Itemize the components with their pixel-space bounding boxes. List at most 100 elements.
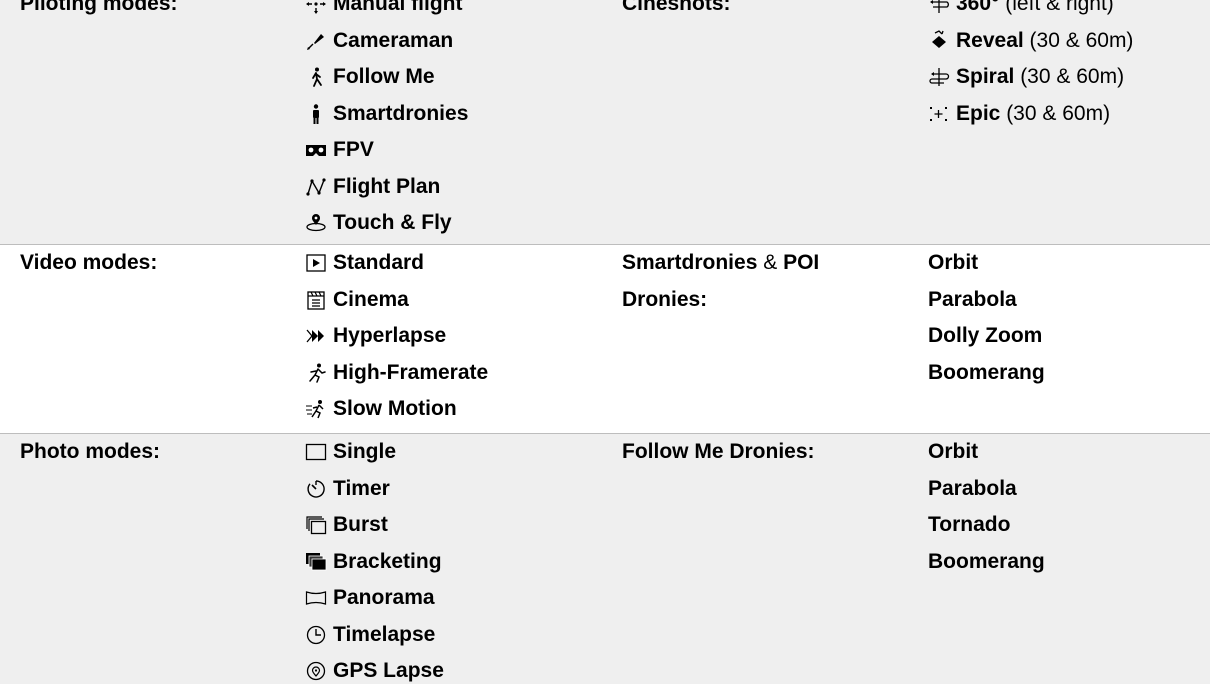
heading-part: & xyxy=(757,251,784,274)
row-heading: Piloting modes: xyxy=(20,0,178,15)
list-item: Single xyxy=(305,434,605,471)
smartdronies-heading-cell: Smartdronies & POI Dronies: xyxy=(622,245,922,318)
timelapse-icon xyxy=(305,624,327,646)
touch-fly-icon xyxy=(305,212,327,234)
list-item: FPV xyxy=(305,132,605,169)
item-label-bold: 360° xyxy=(956,0,1000,15)
list-item: GPS Lapse xyxy=(305,653,605,690)
list-item: Cameraman xyxy=(305,23,605,60)
follow-me-dronies-heading-cell: Follow Me Dronies: xyxy=(622,434,922,471)
list-item: Epic (30 & 60m) xyxy=(928,96,1210,133)
item-label-bold: Spiral xyxy=(956,65,1015,88)
pen-cameraman-icon xyxy=(305,30,327,52)
item-label: Cameraman xyxy=(333,28,454,52)
heading-part: Smartdronies xyxy=(622,251,758,274)
item-label: Manual flight xyxy=(333,0,463,15)
item-label: Single xyxy=(333,440,397,463)
list-item: Parabola xyxy=(928,287,1017,311)
item-label: High-Framerate xyxy=(333,360,489,384)
item-label: Bracketing xyxy=(333,549,442,573)
list-item: Slow Motion xyxy=(305,391,605,428)
timer-icon xyxy=(305,478,327,500)
item-label: Flight Plan xyxy=(333,174,441,198)
list-item: Manual flight xyxy=(305,0,605,23)
reveal-icon xyxy=(928,29,950,52)
piloting-heading-cell: Piloting modes: xyxy=(20,0,300,23)
list-item: Flight Plan xyxy=(305,169,605,206)
item-label: Slow Motion xyxy=(333,397,457,420)
cineshots-list: 360° (left & right) Reveal (30 & 60m) Sp… xyxy=(928,0,1210,132)
item-label: Panorama xyxy=(333,586,435,609)
video-heading-cell: Video modes: xyxy=(20,245,300,282)
list-item: Boomerang xyxy=(928,549,1045,573)
gps-lapse-icon xyxy=(305,660,327,682)
list-item: Panorama xyxy=(305,580,605,617)
row-heading: Photo modes: xyxy=(20,440,160,463)
cineshots-heading-cell: Cineshots: xyxy=(622,0,922,23)
panorama-icon xyxy=(305,587,327,609)
modes-table: Piloting modes: Manual flight Cameraman … xyxy=(0,0,1210,684)
row-heading: Video modes: xyxy=(20,251,158,274)
item-label-bold: Epic xyxy=(956,101,1001,125)
piloting-modes-list: Manual flight Cameraman Follow Me Smartd… xyxy=(305,0,605,242)
list-item: Standard xyxy=(305,245,605,282)
list-item: Hyperlapse xyxy=(305,318,605,355)
item-label: Follow Me xyxy=(333,65,435,88)
list-item: 360° (left & right) xyxy=(928,0,1210,23)
item-label: Smartdronies xyxy=(333,101,469,125)
list-item: Touch & Fly xyxy=(305,205,605,242)
item-label: Hyperlapse xyxy=(333,324,447,347)
list-item: Smartdronies xyxy=(305,96,605,133)
item-label: Touch & Fly xyxy=(333,211,452,234)
list-item: Cinema xyxy=(305,282,605,319)
spiral-icon xyxy=(928,66,950,88)
list-item: Timer xyxy=(305,471,605,508)
item-label: Timer xyxy=(333,476,390,500)
row-photo-modes: Photo modes: Single Timer Burst Bracketi… xyxy=(0,433,1210,684)
rotate-360-icon xyxy=(928,0,950,15)
item-label: Standard xyxy=(333,251,425,274)
list-item: Spiral (30 & 60m) xyxy=(928,59,1210,96)
list-item: Dolly Zoom xyxy=(928,324,1043,347)
column-heading: Follow Me Dronies: xyxy=(622,440,815,463)
list-item: Follow Me xyxy=(305,59,605,96)
slow-motion-icon xyxy=(305,398,327,420)
photo-modes-list: Single Timer Burst Bracketing Panorama T… xyxy=(305,434,605,690)
vr-goggles-icon xyxy=(305,139,327,161)
row-piloting-modes: Piloting modes: Manual flight Cameraman … xyxy=(0,0,1210,245)
item-label-rest: (left & right) xyxy=(999,0,1114,15)
column-heading: Smartdronies & POI xyxy=(622,245,922,282)
list-item: Burst xyxy=(305,507,605,544)
item-label: Burst xyxy=(333,513,388,536)
bracketing-icon xyxy=(305,551,327,573)
item-label: Cinema xyxy=(333,287,409,311)
running-person-icon xyxy=(305,362,327,384)
item-label: Timelapse xyxy=(333,622,436,646)
item-label: GPS Lapse xyxy=(333,659,444,682)
follow-me-dronies-list: Orbit Parabola Tornado Boomerang xyxy=(928,434,1210,580)
heading-part: POI xyxy=(783,251,820,274)
cinema-icon xyxy=(305,289,327,311)
single-frame-icon xyxy=(305,441,327,463)
list-item: Parabola xyxy=(928,476,1017,500)
list-item: Tornado xyxy=(928,513,1011,536)
list-item: Orbit xyxy=(928,251,979,274)
item-label-rest: (30 & 60m) xyxy=(1000,101,1111,125)
list-item: Boomerang xyxy=(928,360,1045,384)
item-label-rest: (30 & 60m) xyxy=(1014,65,1125,88)
fast-forward-icon xyxy=(305,325,327,347)
epic-icon xyxy=(928,103,950,125)
item-label-bold: Reveal xyxy=(956,28,1024,52)
video-modes-list: Standard Cinema Hyperlapse High-Framerat… xyxy=(305,245,605,428)
flight-plan-icon xyxy=(305,176,327,198)
standing-person-icon xyxy=(305,103,327,125)
row-video-modes: Video modes: Standard Cinema Hyperlapse xyxy=(0,245,1210,433)
item-label: FPV xyxy=(333,138,374,161)
list-item: Bracketing xyxy=(305,544,605,581)
column-heading-line2: Dronies: xyxy=(622,287,708,311)
play-standard-icon xyxy=(305,252,327,274)
walking-person-icon xyxy=(305,66,327,88)
arrows-cross-icon xyxy=(305,0,327,15)
smartdronies-list: Orbit Parabola Dolly Zoom Boomerang xyxy=(928,245,1210,391)
list-item: Timelapse xyxy=(305,617,605,654)
